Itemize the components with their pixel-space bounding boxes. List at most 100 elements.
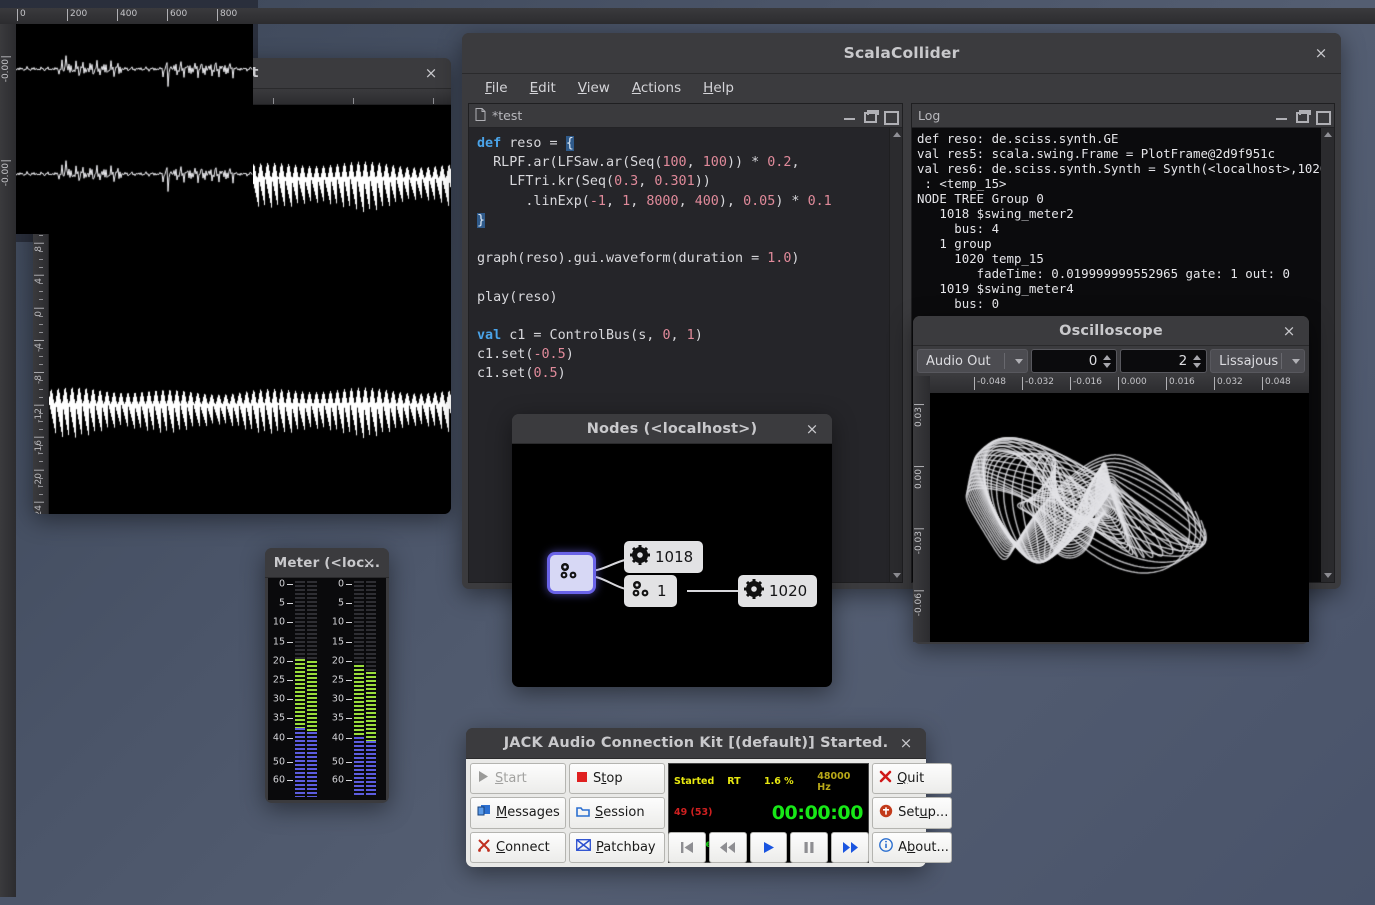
meter-scale-label: 50 [331,756,344,768]
meter-level-green [366,671,376,741]
close-icon[interactable]: × [1310,42,1332,64]
editor-tab-label[interactable]: *test [492,108,522,123]
minimize-icon[interactable] [1275,109,1288,122]
skip-back-button[interactable] [668,831,706,863]
chevron-down-icon[interactable] [1003,353,1023,369]
meter-scale-label: 0 [278,578,285,590]
setup-button-label: Setup... [898,805,949,821]
close-icon[interactable]: × [420,62,442,84]
x-cross-icon [879,770,892,787]
meter-scale-tick [346,584,352,585]
index-spin-buttons[interactable] [1103,350,1116,372]
ruler-tick [39,429,43,431]
meter-scale-label: 15 [331,636,344,648]
bus-select[interactable]: Audio Out [917,349,1028,373]
meter-level-green [307,660,317,733]
channels-value[interactable]: 2 [1121,353,1193,369]
nodes-graph[interactable]: 1018 1 1020 [512,444,832,687]
connect-button[interactable]: Connect [470,831,566,863]
session-button[interactable]: Session [569,797,665,829]
node-1[interactable]: 1 [624,575,677,607]
node-1-label: 1 [657,582,667,600]
menu-item-file[interactable]: File [476,77,517,99]
code-text[interactable]: def reso = { RLPF.ar(LFSaw.ar(Seq(100, 1… [469,128,902,390]
menu-item-view[interactable]: View [569,77,619,99]
close-icon[interactable]: × [801,418,823,440]
spin-down-icon[interactable] [1103,362,1112,368]
spin-down-icon[interactable] [1193,362,1202,368]
play-button[interactable] [749,831,788,863]
channels-spin-buttons[interactable] [1193,350,1206,372]
waveform-canvas [16,24,253,234]
mode-select[interactable]: Lissajous [1210,349,1305,373]
oscilloscope-window[interactable]: Oscilloscope × Audio Out 0 2 Lissajous -… [913,316,1309,644]
meter-level [366,671,376,797]
about-button[interactable]: About... [872,831,953,863]
setup-button[interactable]: Setup... [872,797,953,829]
chevron-down-icon[interactable] [1281,353,1300,369]
editor-tab-bar[interactable]: *test [469,104,902,128]
ruler-tick [39,485,43,487]
quit-button[interactable]: Quit [872,763,953,795]
close-icon[interactable]: × [358,552,380,574]
messages-button-label: Messages [496,805,560,821]
restore-icon[interactable] [1295,109,1311,123]
restore-icon[interactable] [863,109,879,123]
meter-bars [295,578,317,800]
spin-up-icon[interactable] [1103,354,1112,360]
close-icon[interactable]: × [895,732,917,754]
oscilloscope-x-ruler: -0.048 -0.032 -0.016 0.000 0.016 0.032 0.048 [930,376,1309,393]
close-icon[interactable]: × [1278,320,1300,342]
forward-button[interactable] [831,831,870,863]
jack-titlebar[interactable]: JACK Audio Connection Kit [(default)] St… [466,728,926,759]
maximize-icon[interactable] [1315,109,1331,125]
fast-forward-icon [842,841,858,853]
jack-window[interactable]: JACK Audio Connection Kit [(default)] St… [466,728,953,867]
node-1020-label: 1020 [769,582,808,600]
node-1020[interactable]: 1020 [738,575,818,607]
meter-scale-label: 50 [272,756,285,768]
menu-item-help[interactable]: Help [694,77,743,99]
waveform-x-tick: 800 [217,9,237,21]
pause-button[interactable] [790,831,829,863]
scroll-down-icon[interactable] [1321,569,1334,582]
spin-up-icon[interactable] [1193,354,1202,360]
node-root[interactable] [550,555,593,591]
scroll-down-icon[interactable] [890,569,902,582]
channels-stepper[interactable]: 2 [1120,349,1208,373]
patchbay-button[interactable]: Patchbay [569,831,665,863]
log-tab-bar[interactable]: Log [912,104,1334,128]
waveform-window[interactable]: 0 200 400 600 800 -0.00 -0.00 [0,0,1375,897]
meter-level [295,658,305,797]
log-scrollbar[interactable] [1321,128,1334,582]
nodes-window[interactable]: Nodes (<localhost>) × 1018 1 1020 [512,414,832,687]
nodes-titlebar[interactable]: Nodes (<localhost>) × [512,414,832,444]
menu-item-actions[interactable]: Actions [623,77,690,99]
scroll-up-icon[interactable] [1321,128,1334,141]
menu-item-edit[interactable]: Edit [521,77,565,99]
ruler-tick [39,250,43,252]
stop-button[interactable]: Stop [569,763,665,795]
node-1018[interactable]: 1018 [624,541,704,573]
meter-level [354,665,364,797]
waveform-x-ruler: 0 200 400 600 800 [0,8,1375,24]
start-button[interactable]: Start [470,763,566,795]
rewind-button[interactable] [708,831,747,863]
jack-xruns: 49 (53) [674,807,713,819]
index-value[interactable]: 0 [1032,353,1104,369]
log-panel-label: Log [918,108,941,123]
meter-titlebar[interactable]: Meter (<loc... × [265,548,389,578]
meter-scale-label: 40 [272,732,285,744]
messages-button[interactable]: Messages [470,797,566,829]
scroll-up-icon[interactable] [890,128,902,141]
meter-bar [307,581,317,797]
maximize-icon[interactable] [883,109,899,125]
minimize-icon[interactable] [843,109,856,122]
waveform-y-ruler: -0.00 -0.00 [0,24,16,897]
meter-window[interactable]: Meter (<loc... × 0 5 10 15 20 25 30 35 40 50 60 0 5 1… [265,548,389,803]
oscilloscope-titlebar[interactable]: Oscilloscope × [913,316,1309,346]
editor-scrollbar[interactable] [889,128,902,582]
osc-x-tick: 0.000 [1118,377,1147,390]
scalacollider-titlebar[interactable]: ScalaCollider × [462,33,1341,74]
index-stepper[interactable]: 0 [1030,349,1118,373]
